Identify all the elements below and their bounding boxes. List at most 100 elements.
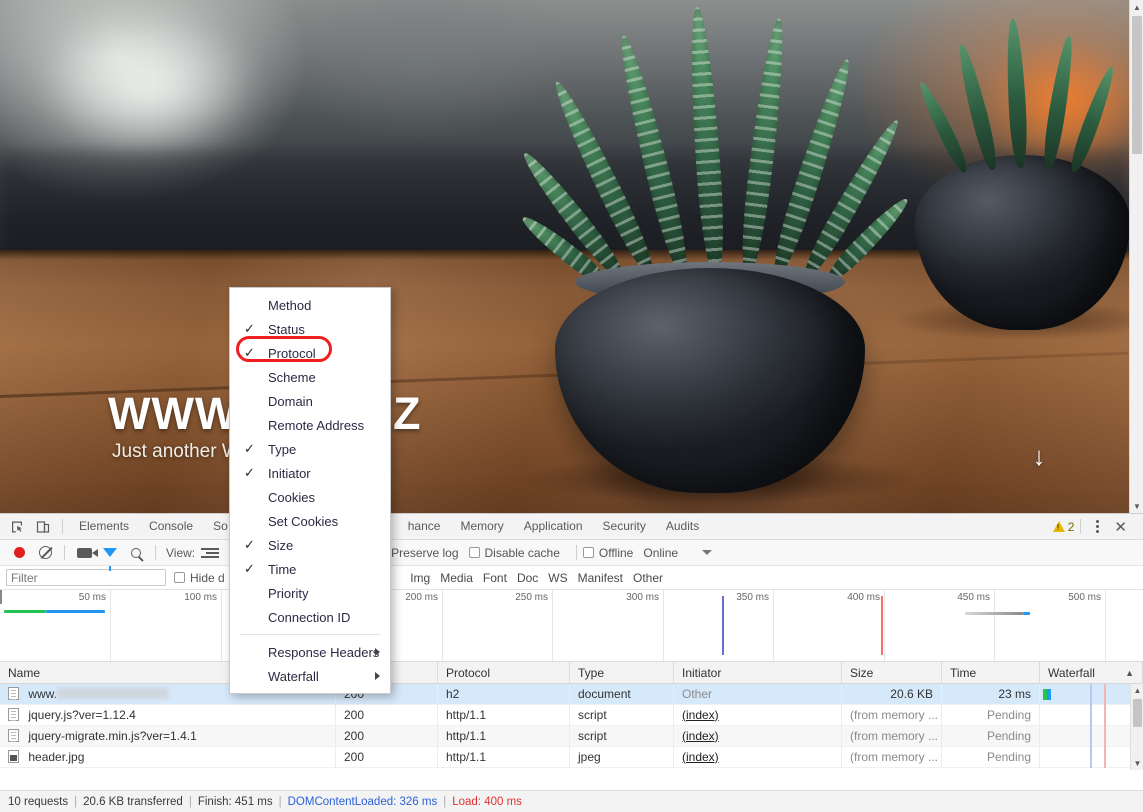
menu-item-type[interactable]: ✓ Type	[230, 437, 390, 461]
more-options-icon[interactable]	[1087, 520, 1108, 533]
column-header-waterfall[interactable]: Waterfall ▲	[1040, 661, 1143, 684]
scrollbar-up-arrow-icon[interactable]: ▲	[1130, 0, 1143, 14]
status-separator: |	[188, 795, 192, 808]
close-devtools-icon[interactable]: ✕	[1108, 518, 1133, 536]
disable-cache-toggle[interactable]: Disable cache	[468, 546, 560, 560]
cell-time: Pending	[942, 704, 1040, 726]
tab-performance[interactable]: hance	[398, 514, 451, 539]
cell-protocol: http/1.1	[438, 746, 570, 768]
initiator-link[interactable]: (index)	[682, 750, 719, 764]
disable-cache-checkbox[interactable]	[468, 547, 480, 558]
menu-item-protocol[interactable]: ✓ Protocol	[230, 341, 390, 365]
record-button[interactable]	[6, 541, 32, 565]
menu-item-connection-id[interactable]: Connection ID	[230, 605, 390, 629]
menu-item-size[interactable]: ✓ Size	[230, 533, 390, 557]
menu-item-waterfall[interactable]: Waterfall	[230, 664, 390, 688]
columns-context-menu[interactable]: Method ✓ Status ✓ Protocol Scheme Domain Remote…	[229, 287, 391, 694]
filter-type-font[interactable]: Font	[479, 571, 511, 585]
script-file-icon	[8, 728, 19, 742]
chevron-down-icon[interactable]	[702, 550, 713, 555]
devtools-tabbar-right: 2 ✕	[1052, 518, 1139, 536]
network-overview-timeline[interactable]: 50 ms 100 ms 200 ms 250 ms 300 ms 350 ms 400 m…	[0, 590, 1143, 662]
view-label: View:	[166, 545, 196, 560]
scrollbar-down-arrow-icon[interactable]: ▼	[1130, 499, 1143, 513]
scrollbar-up-arrow-icon[interactable]: ▲	[1131, 684, 1143, 697]
page-vertical-scrollbar[interactable]: ▲ ▼	[1129, 0, 1143, 513]
device-toolbar-icon[interactable]	[30, 515, 56, 539]
check-icon: ✓	[244, 537, 255, 552]
load-event-marker	[881, 596, 883, 655]
view-list-icon[interactable]	[199, 541, 225, 565]
initiator-link[interactable]: (index)	[682, 708, 719, 722]
column-header-type[interactable]: Type	[570, 661, 674, 684]
request-name: jquery.js?ver=1.12.4	[28, 707, 136, 722]
column-header-protocol[interactable]: Protocol	[438, 661, 570, 684]
background-window-light	[40, 10, 260, 160]
tab-memory[interactable]: Memory	[450, 514, 513, 539]
warning-badge[interactable]: 2	[1052, 520, 1074, 534]
toolbar-divider	[575, 545, 577, 560]
table-row[interactable]: www. 200 h2 document Other 20.6 KB 23 ms	[0, 683, 1130, 705]
hide-data-urls-checkbox[interactable]	[174, 572, 185, 583]
overview-left-handle[interactable]	[0, 590, 2, 604]
table-row[interactable]: jquery-migrate.min.js?ver=1.4.1 200 http…	[0, 725, 1130, 747]
table-row[interactable]: header.jpg 200 http/1.1 jpeg (index) (fr…	[0, 746, 1130, 768]
offline-toggle[interactable]: Offline	[582, 546, 633, 560]
menu-item-cookies[interactable]: Cookies	[230, 485, 390, 509]
dom-content-loaded-marker	[722, 596, 724, 655]
search-input[interactable]	[6, 569, 166, 586]
scrollbar-down-arrow-icon[interactable]: ▼	[1131, 757, 1143, 770]
menu-item-priority[interactable]: Priority	[230, 581, 390, 605]
scroll-down-arrow-icon[interactable]: ↓	[1030, 440, 1048, 472]
menu-item-remote-address[interactable]: Remote Address	[230, 413, 390, 437]
menu-item-scheme[interactable]: Scheme	[230, 365, 390, 389]
menu-item-time[interactable]: ✓ Time	[230, 557, 390, 581]
tab-console[interactable]: Console	[139, 514, 203, 539]
status-separator: |	[278, 795, 282, 808]
filter-type-doc[interactable]: Doc	[513, 571, 542, 585]
filter-type-media[interactable]: Media	[436, 571, 477, 585]
document-file-icon	[8, 686, 19, 700]
column-header-size[interactable]: Size	[842, 661, 942, 684]
capture-screenshots-icon[interactable]	[71, 541, 98, 565]
menu-item-label: Initiator	[268, 465, 311, 481]
tab-security[interactable]: Security	[593, 514, 656, 539]
filter-type-other[interactable]: Other	[629, 571, 667, 585]
scrollbar-thumb[interactable]	[1133, 699, 1142, 727]
throttling-value: Online	[643, 545, 679, 560]
overview-bar-green	[4, 610, 46, 613]
overview-tick-label: 450 ms	[957, 592, 990, 603]
inspect-element-icon[interactable]	[4, 515, 30, 539]
menu-item-response-headers[interactable]: Response Headers	[230, 640, 390, 664]
filter-type-img[interactable]: Img	[406, 571, 434, 585]
menu-item-domain[interactable]: Domain	[230, 389, 390, 413]
network-filter-row: Hide d Img Media Font Doc WS Manifest Ot…	[0, 566, 1143, 590]
menu-item-label: Domain	[268, 393, 313, 409]
filter-type-ws[interactable]: WS	[544, 571, 571, 585]
menu-item-status[interactable]: ✓ Status	[230, 317, 390, 341]
tab-application[interactable]: Application	[514, 514, 593, 539]
overview-tick-label: 400 ms	[847, 592, 880, 603]
offline-checkbox[interactable]	[582, 547, 594, 558]
table-row[interactable]: jquery.js?ver=1.12.4 200 http/1.1 script…	[0, 704, 1130, 726]
filter-type-manifest[interactable]: Manifest	[574, 571, 627, 585]
tab-audits[interactable]: Audits	[656, 514, 709, 539]
submenu-arrow-icon	[375, 648, 380, 656]
filter-icon[interactable]	[97, 541, 123, 571]
devtools-panel: Elements Console So hance Memory Applica…	[0, 513, 1143, 812]
initiator-link[interactable]: (index)	[682, 729, 719, 743]
tab-elements[interactable]: Elements	[69, 514, 139, 539]
throttling-select[interactable]: Online	[643, 545, 713, 560]
clear-button[interactable]	[32, 541, 58, 565]
scrollbar-thumb[interactable]	[1132, 16, 1142, 154]
menu-item-set-cookies[interactable]: Set Cookies	[230, 509, 390, 533]
search-icon[interactable]	[123, 541, 149, 565]
menu-item-label: Remote Address	[268, 417, 365, 433]
menu-item-initiator[interactable]: ✓ Initiator	[230, 461, 390, 485]
table-vertical-scrollbar[interactable]: ▲ ▼	[1130, 684, 1143, 770]
hide-data-urls-toggle[interactable]: Hide d	[174, 571, 225, 585]
overview-tick	[1105, 590, 1106, 661]
menu-item-method[interactable]: Method	[230, 293, 390, 317]
column-header-initiator[interactable]: Initiator	[674, 661, 842, 684]
column-header-time[interactable]: Time	[942, 661, 1040, 684]
